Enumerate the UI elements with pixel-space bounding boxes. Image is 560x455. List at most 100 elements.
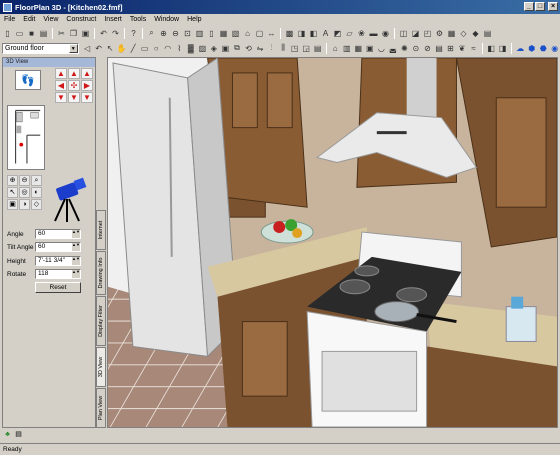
room-tool-icon[interactable]: ▢ [254,28,265,39]
undo-icon[interactable]: ↶ [98,28,109,39]
furniture-icon[interactable]: ▬ [368,28,379,39]
settings-icon[interactable]: ⚙ [434,28,445,39]
tab-plan-view[interactable]: Plan View [96,388,106,428]
rotate-down-right-icon[interactable]: ▼ [81,92,93,103]
open-folder-icon[interactable]: ▭ [14,28,25,39]
help-icon[interactable]: ? [128,28,139,39]
cloud-icon[interactable]: ☁ [515,43,526,54]
report-icon[interactable]: ▤ [482,28,493,39]
mini-plan-view[interactable] [7,105,45,170]
lamp-icon[interactable]: ◉ [380,28,391,39]
tab-display-filter[interactable]: Display Filter [96,296,106,346]
maximize-button[interactable]: □ [535,2,545,11]
distribute-icon[interactable]: ⫼ [278,43,289,54]
redo-icon[interactable]: ↷ [110,28,121,39]
rotate-up-right-icon[interactable]: ▲ [81,68,93,79]
center-icon[interactable]: ✣ [68,80,80,91]
box-icon[interactable]: ▣ [7,199,18,210]
fence-icon[interactable]: ⊞ [445,43,456,54]
zoom-in-icon[interactable]: ⊕ [158,28,169,39]
save-icon[interactable]: ■ [26,28,37,39]
zoom-in-icon[interactable]: ⊕ [7,175,18,186]
tab-3d-view[interactable]: 3D View [96,347,106,387]
zoom-out-icon[interactable]: ⊖ [19,175,30,186]
sink-icon[interactable]: ◡ [376,43,387,54]
deck-icon[interactable]: ▤ [434,43,445,54]
switch-icon[interactable]: ⊘ [422,43,433,54]
tab-internet[interactable]: Internet [96,210,106,250]
line-icon[interactable]: ╱ [128,43,139,54]
wall-view-icon[interactable]: ▥ [341,43,352,54]
menu-help[interactable]: Help [186,16,202,23]
terrain-icon[interactable]: ▱ [344,28,355,39]
move-left-icon[interactable]: ◀ [55,80,67,91]
circle-icon[interactable]: ○ [151,43,162,54]
lock-icon[interactable]: ▣ [220,43,231,54]
rotate-icon[interactable]: ⟲ [243,43,254,54]
hatch-icon[interactable]: ▨ [197,43,208,54]
bring-front-icon[interactable]: ◳ [289,43,300,54]
polyline-icon[interactable]: ⌇ [174,43,185,54]
menu-construct[interactable]: Construct [65,16,97,23]
wire-icon[interactable]: ◇ [31,199,42,210]
text-tool-icon[interactable]: A [320,28,331,39]
move-up-icon[interactable]: ▲ [68,68,80,79]
arrow-left-icon[interactable]: ◁ [82,43,93,54]
landscape-icon[interactable]: ❀ [356,28,367,39]
new-file-icon[interactable]: ▯ [2,28,13,39]
pan-icon[interactable]: ↖ [7,187,18,198]
copy-icon[interactable]: ❐ [68,28,79,39]
render-icon[interactable]: ◪ [410,28,421,39]
object-icon[interactable]: ◨ [296,28,307,39]
paint-icon[interactable]: ◩ [332,28,343,39]
zoom-fit-icon[interactable]: ⊡ [182,28,193,39]
measure-icon[interactable]: ◆ [470,28,481,39]
dimension-tool-icon[interactable]: ↔ [266,28,277,39]
minimize-button[interactable]: _ [524,2,534,11]
globe-icon[interactable]: ◉ [549,43,560,54]
menu-edit[interactable]: Edit [22,16,36,23]
cabinet-icon[interactable]: ▦ [353,43,364,54]
house-icon[interactable]: ⌂ [330,43,341,54]
close-button[interactable]: × [548,2,558,11]
light-icon[interactable]: ✺ [399,43,410,54]
toggle-b-icon[interactable]: ◨ [497,43,508,54]
3d-kitchen-view[interactable] [107,57,558,428]
symbol-icon[interactable]: ◈ [209,43,220,54]
tree-icon[interactable]: ♣ [3,430,12,439]
rect-icon[interactable]: ▭ [139,43,150,54]
move-right-icon[interactable]: ▶ [81,80,93,91]
roof-tool-icon[interactable]: ⌂ [242,28,253,39]
water-icon[interactable]: ≈ [468,43,479,54]
window-tool-icon[interactable]: ▦ [218,28,229,39]
printer-icon[interactable]: ▤ [14,430,23,439]
snap-icon[interactable]: ◇ [458,28,469,39]
stairs-tool-icon[interactable]: ▧ [230,28,241,39]
angle-input[interactable]: 60 ▲▼ [35,229,81,239]
cut-icon[interactable]: ✂ [56,28,67,39]
print-icon[interactable]: ▤ [38,28,49,39]
hand-icon[interactable]: ✋ [116,43,127,54]
floor-select[interactable]: Ground floor ▼ [2,42,79,54]
plant-icon[interactable]: ❦ [457,43,468,54]
grid-icon[interactable]: ▦ [446,28,457,39]
zoom-icon[interactable]: ⌕ [146,28,157,39]
send-back-icon[interactable]: ◲ [301,43,312,54]
move-down-icon[interactable]: ▼ [68,92,80,103]
rotate-input[interactable]: 118 ▲▼ [35,269,81,279]
height-input[interactable]: 7'-11 3/4" ▲▼ [35,256,81,266]
bath-icon[interactable]: ◛ [388,43,399,54]
door-tool-icon[interactable]: ▯ [206,28,217,39]
menu-tools[interactable]: Tools [129,16,147,23]
mirror-icon[interactable]: ⇋ [255,43,266,54]
align-icon[interactable]: ⫶ [266,43,277,54]
arc-icon[interactable]: ◠ [162,43,173,54]
properties-icon[interactable]: ▤ [312,43,323,54]
undo-view-icon[interactable]: ↶ [93,43,104,54]
menu-insert[interactable]: Insert [103,16,123,23]
pointer-icon[interactable]: ↖ [105,43,116,54]
fill-icon[interactable]: ▓ [186,43,197,54]
rotate-up-left-icon[interactable]: ▲ [55,68,67,79]
menu-window[interactable]: Window [153,16,180,23]
menu-view[interactable]: View [42,16,59,23]
